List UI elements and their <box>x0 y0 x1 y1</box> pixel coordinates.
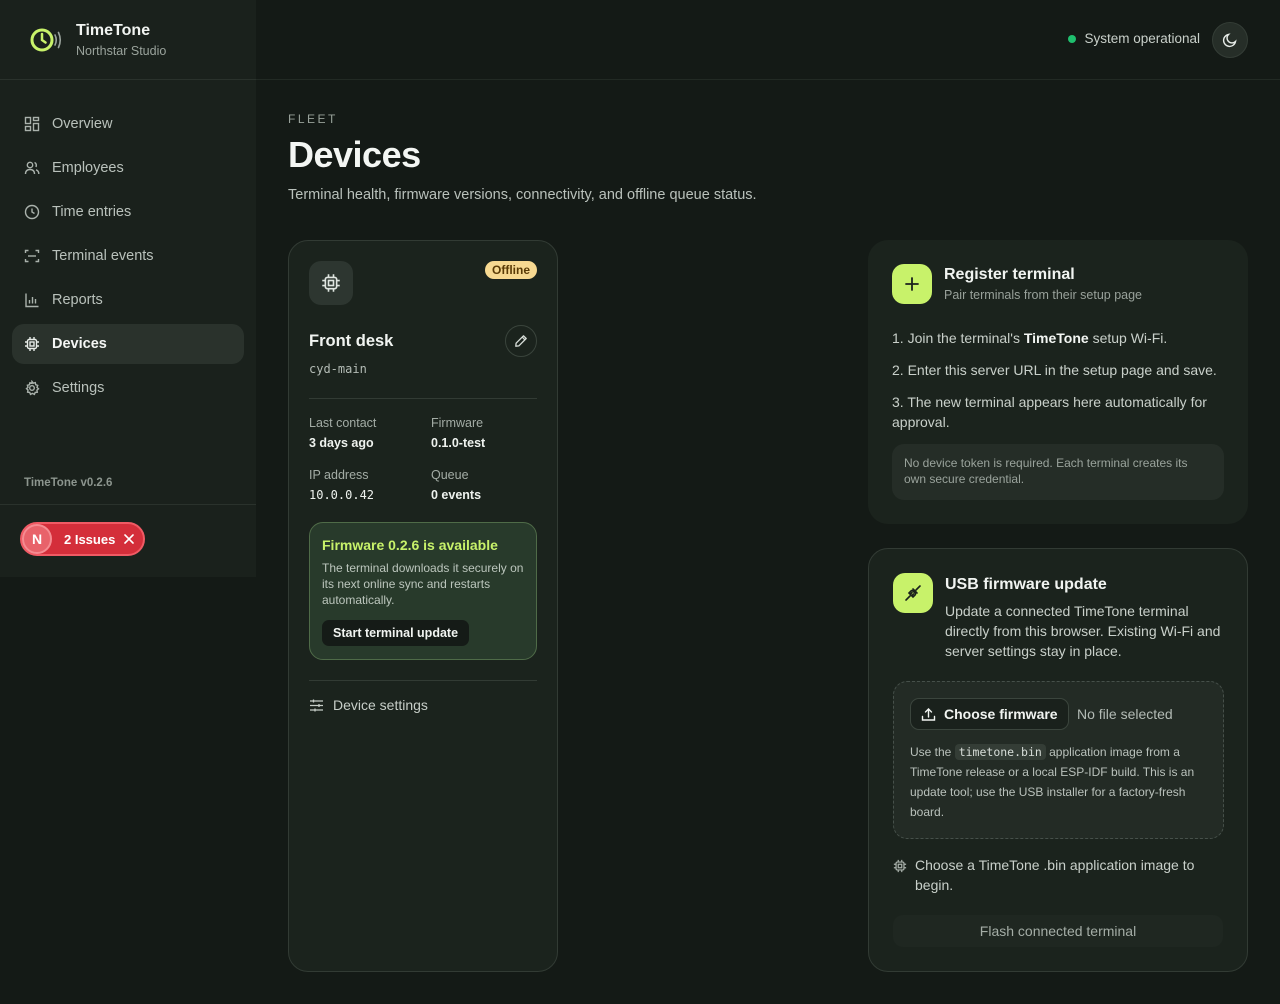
issues-label: 2 Issues <box>64 531 116 547</box>
page-subtitle: Terminal health, firmware versions, conn… <box>288 187 757 203</box>
system-status: System operational <box>1068 31 1200 46</box>
theme-toggle-button[interactable] <box>1212 22 1248 58</box>
sidebar-nav: Overview Employees Time entries Terminal… <box>12 104 244 412</box>
device-name: Front desk <box>309 332 394 350</box>
register-title: Register terminal <box>944 266 1075 283</box>
page-title: Devices <box>288 134 421 175</box>
sidebar-item-time-entries[interactable]: Time entries <box>12 192 244 232</box>
file-status: No file selected <box>1077 706 1173 722</box>
sidebar-divider <box>0 504 256 505</box>
firmware-dropzone[interactable]: Choose firmware No file selected Use the… <box>893 681 1224 839</box>
plus-icon <box>892 264 932 304</box>
app-version: TimeTone v0.2.6 <box>24 477 113 489</box>
usb-description: Update a connected TimeTone terminal dir… <box>945 603 1221 659</box>
step-text: 1. Join the terminal's <box>892 330 1024 346</box>
sidebar-item-label: Overview <box>52 116 113 132</box>
device-card: Offline Front desk cyd-main Last contact… <box>288 240 558 972</box>
queue-label: Queue <box>431 468 469 482</box>
step-text: setup Wi-Fi. <box>1088 330 1168 346</box>
flash-terminal-button[interactable]: Flash connected terminal <box>893 915 1223 947</box>
last-contact-label: Last contact <box>309 416 377 430</box>
topbar: System operational <box>256 0 1280 80</box>
sidebar-item-label: Reports <box>52 292 103 308</box>
sidebar-item-terminal-events[interactable]: Terminal events <box>12 236 244 276</box>
sidebar: TimeTone Northstar Studio Overview Emplo… <box>0 0 256 577</box>
issues-badge[interactable]: N 2 Issues <box>20 522 145 556</box>
register-step-2: 2. Enter this server URL in the setup pa… <box>892 362 1217 378</box>
queue-value: 0 events <box>431 488 482 502</box>
firmware-update-description: The terminal downloads it securely on it… <box>322 561 524 607</box>
edit-device-button[interactable] <box>505 325 537 357</box>
divider <box>309 680 537 681</box>
chip-icon <box>309 261 353 305</box>
app-name: TimeTone <box>76 22 151 39</box>
help-text: Use the <box>910 745 955 759</box>
clock-icon <box>24 204 40 220</box>
sidebar-item-settings[interactable]: Settings <box>12 368 244 408</box>
usb-title: USB firmware update <box>945 576 1107 593</box>
device-settings-label: Device settings <box>333 697 428 713</box>
last-contact-value: 3 days ago <box>309 436 374 450</box>
firmware-update-callout: Firmware 0.2.6 is available The terminal… <box>309 522 537 660</box>
sidebar-item-label: Employees <box>52 160 124 176</box>
chip-icon <box>893 859 907 895</box>
device-id: cyd-main <box>309 362 367 376</box>
gear-icon <box>24 380 40 396</box>
firmware-update-title: Firmware 0.2.6 is available <box>322 537 498 553</box>
sidebar-item-devices[interactable]: Devices <box>12 324 244 364</box>
sidebar-item-reports[interactable]: Reports <box>12 280 244 320</box>
org-name: Northstar Studio <box>76 44 167 58</box>
register-note: No device token is required. Each termin… <box>892 444 1224 500</box>
firmware-label: Firmware <box>431 416 484 430</box>
firmware-value: 0.1.0-test <box>431 436 486 450</box>
usb-firmware-card: USB firmware update Update a connected T… <box>868 548 1248 972</box>
page-eyebrow: FLEET <box>288 112 338 126</box>
device-settings-link[interactable]: Device settings <box>309 697 428 713</box>
status-dot <box>1068 34 1077 43</box>
close-icon[interactable] <box>124 531 135 547</box>
file-name-code: timetone.bin <box>954 744 1046 760</box>
divider <box>309 398 537 399</box>
start-terminal-update-button[interactable]: Start terminal update <box>322 620 470 646</box>
sidebar-item-employees[interactable]: Employees <box>12 148 244 188</box>
register-step-3: 3. The new terminal appears here automat… <box>892 394 1207 430</box>
status-badge: Offline <box>485 261 537 279</box>
flash-hint: Choose a TimeTone .bin application image… <box>893 855 1223 895</box>
step-brand: TimeTone <box>1023 330 1089 346</box>
register-step-1: 1. Join the terminal's TimeTone setup Wi… <box>892 328 1227 348</box>
upload-icon <box>921 707 936 722</box>
choose-firmware-label: Choose firmware <box>944 706 1058 722</box>
dashboard-icon <box>24 116 40 132</box>
ip-value: 10.0.0.42 <box>309 488 375 502</box>
sidebar-item-label: Devices <box>52 336 107 352</box>
register-subtitle: Pair terminals from their setup page <box>944 288 1143 302</box>
ip-label: IP address <box>309 468 369 482</box>
firmware-help-text: Use the timetone.bin application image f… <box>910 742 1210 822</box>
plug-icon <box>893 573 933 613</box>
timetone-logo-icon <box>28 24 62 56</box>
register-terminal-card: Register terminal Pair terminals from th… <box>868 240 1248 524</box>
brand: TimeTone Northstar Studio <box>0 0 256 80</box>
sliders-icon <box>309 698 324 713</box>
choose-firmware-button[interactable]: Choose firmware <box>910 698 1069 730</box>
avatar: N <box>22 524 52 554</box>
chip-icon <box>24 336 40 352</box>
sidebar-item-overview[interactable]: Overview <box>12 104 244 144</box>
sidebar-item-label: Time entries <box>52 204 132 220</box>
status-text: System operational <box>1084 31 1200 46</box>
sidebar-item-label: Terminal events <box>52 248 154 264</box>
flash-hint-text: Choose a TimeTone .bin application image… <box>915 857 1195 893</box>
users-icon <box>24 160 40 176</box>
pencil-icon <box>514 334 528 348</box>
scan-icon <box>24 248 40 264</box>
moon-icon <box>1222 32 1238 48</box>
bar-chart-icon <box>24 292 40 308</box>
sidebar-item-label: Settings <box>52 380 105 396</box>
